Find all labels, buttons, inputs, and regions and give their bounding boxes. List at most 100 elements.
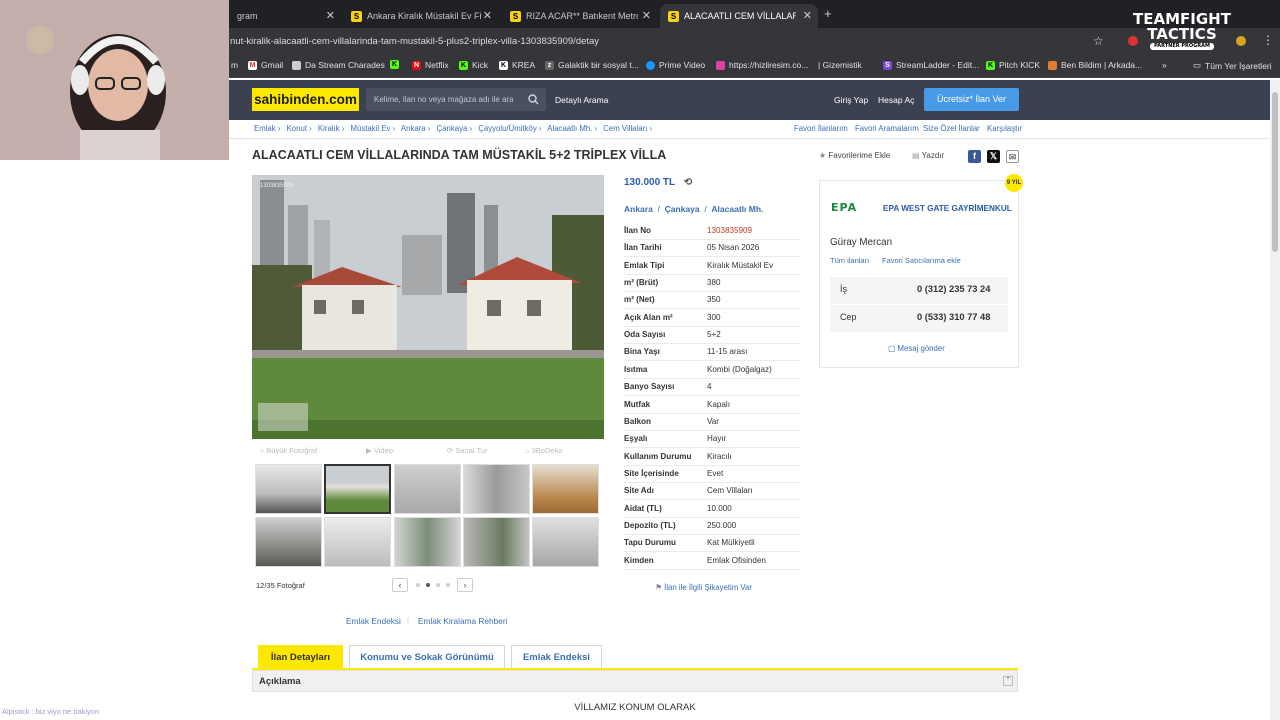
- favorite-searches-link[interactable]: Favori Aramalarım: [855, 124, 919, 133]
- prev-page-button[interactable]: ‹: [392, 578, 408, 592]
- browser-tab[interactable]: gram ✕: [229, 4, 341, 28]
- folder-icon: ▭: [1193, 60, 1202, 70]
- x-share-icon[interactable]: 𝕏: [987, 150, 1000, 163]
- browser-tab[interactable]: S Ankara Kiralık Müstakil Ev Fiyatları ✕: [343, 4, 498, 28]
- rental-guide-link[interactable]: Emlak Kiralama Rehberi: [418, 616, 507, 626]
- bookmark-item[interactable]: | Gizemistik: [818, 60, 862, 70]
- bookmark-item[interactable]: https://hizliresim.co...: [716, 60, 808, 70]
- scrollbar-thumb[interactable]: [1272, 92, 1278, 252]
- bookmark-item[interactable]: z Galaktik bir sosyal t...: [545, 60, 639, 70]
- all-bookmarks-folder[interactable]: ▭ Tüm Yer İşaretleri: [1193, 60, 1272, 71]
- location-district-link[interactable]: Çankaya: [665, 204, 700, 214]
- detail-row: Balkon Var: [624, 414, 800, 431]
- page-dot[interactable]: [436, 583, 440, 587]
- favorite-listings-link[interactable]: Favori İlanlarım: [794, 124, 848, 133]
- bookmark-item[interactable]: Da Stream Charades: [292, 60, 385, 70]
- search-input[interactable]: Kelime, ilan no veya mağaza adı ile ara: [366, 88, 546, 111]
- location-neighborhood-link[interactable]: Alacaatlı Mh.: [711, 204, 763, 214]
- 3d-deco-tab[interactable]: ⌂ 3BoDeko: [525, 446, 562, 455]
- profile-avatar[interactable]: [1236, 36, 1246, 46]
- phone-number[interactable]: 0 (312) 235 73 24: [917, 284, 990, 294]
- email-share-icon[interactable]: ✉: [1006, 150, 1019, 163]
- main-photo[interactable]: 1303835909: [252, 175, 604, 439]
- bookmark-item[interactable]: KK: [390, 60, 403, 69]
- new-tab-button[interactable]: +: [824, 6, 832, 21]
- tab-location-street-view[interactable]: Konumu ve Sokak Görünümü: [349, 645, 505, 669]
- close-tab-icon[interactable]: ✕: [642, 9, 651, 22]
- phone-number[interactable]: 0 (533) 310 77 48: [917, 312, 990, 322]
- bookmark-pitch-kick[interactable]: K Pitch KICK: [986, 60, 1040, 70]
- breadcrumb-item[interactable]: Konut ›: [287, 124, 312, 133]
- bookmark-gmail[interactable]: M Gmail: [248, 60, 283, 70]
- print-button[interactable]: ▤ Yazdır: [912, 151, 944, 160]
- collapse-icon[interactable]: ⌃: [1003, 676, 1013, 686]
- close-tab-icon[interactable]: ✕: [326, 9, 335, 22]
- next-page-button[interactable]: ›: [457, 578, 473, 592]
- close-tab-icon[interactable]: ✕: [803, 9, 812, 22]
- photo-thumbnail[interactable]: [394, 517, 461, 567]
- breadcrumb-item[interactable]: Cem Villaları ›: [603, 124, 652, 133]
- breadcrumb-item[interactable]: Çayyolu/Ümitköy ›: [478, 124, 541, 133]
- browser-tab[interactable]: S RIZA ACAR** Batıkent Metro Ya ✕: [502, 4, 657, 28]
- photo-thumbnail[interactable]: [463, 517, 530, 567]
- tab-listing-details[interactable]: İlan Detayları: [258, 645, 343, 669]
- video-tab[interactable]: ▶ Video: [366, 446, 393, 455]
- photo-thumbnail[interactable]: [324, 517, 391, 567]
- location-city-link[interactable]: Ankara: [624, 204, 653, 214]
- breadcrumb-item[interactable]: Alacaatlı Mh. ›: [547, 124, 597, 133]
- all-listings-link[interactable]: Tüm ilanları: [830, 256, 869, 265]
- add-favorite-seller-link[interactable]: Favori Satıcılarıma ekle: [882, 256, 961, 265]
- photo-thumbnail[interactable]: [532, 464, 599, 514]
- login-link[interactable]: Giriş Yap: [834, 95, 868, 105]
- price-history-icon[interactable]: ⟲: [684, 177, 692, 188]
- virtual-tour-tab[interactable]: ⟳ Sanal Tur: [447, 446, 487, 455]
- agency-name[interactable]: EPA WEST GATE GAYRİMENKUL: [883, 204, 1012, 213]
- browser-tab-active[interactable]: S ALACAATLI CEM VİLLALARINDA ✕: [660, 4, 818, 28]
- listing-title: ALACAATLI CEM VİLLALARINDA TAM MÜSTAKİL …: [252, 148, 667, 162]
- post-ad-button[interactable]: Ücretsiz* İlan Ver: [924, 88, 1019, 111]
- emlak-index-link[interactable]: Emlak Endeksi: [346, 616, 401, 626]
- bookmarks-overflow-button[interactable]: »: [1162, 60, 1167, 70]
- bookmark-item[interactable]: m: [231, 60, 238, 70]
- photo-thumbnail[interactable]: [463, 464, 530, 514]
- breadcrumb-item[interactable]: Emlak ›: [254, 124, 280, 133]
- breadcrumb-item[interactable]: Kiralık ›: [318, 124, 344, 133]
- facebook-share-icon[interactable]: f: [968, 150, 981, 163]
- site-logo[interactable]: sahibinden.com: [252, 88, 359, 111]
- bookmark-item[interactable]: Ben Bildim | Arkada...: [1048, 60, 1142, 70]
- page-dot-active[interactable]: [426, 583, 430, 587]
- photo-thumbnail[interactable]: [394, 464, 461, 514]
- url-field[interactable]: nut-kiralik-alacaatli-cem-villalarinda-t…: [230, 33, 1110, 51]
- bookmark-streamladder[interactable]: S StreamLadder - Edit...: [883, 60, 979, 70]
- bookmark-netflix[interactable]: N Netflix: [412, 60, 449, 70]
- photo-thumbnail[interactable]: [255, 517, 322, 567]
- detailed-search-link[interactable]: Detaylı Arama: [555, 95, 608, 105]
- photo-thumbnail[interactable]: [532, 517, 599, 567]
- teamfight-tactics-partner-logo: TEAMFIGHT TACTICS PARTNER PROGRAM: [1133, 10, 1231, 50]
- breadcrumb-item[interactable]: Çankaya ›: [437, 124, 473, 133]
- search-icon[interactable]: [528, 94, 539, 105]
- large-photo-tab[interactable]: ⌕ Büyük Fotoğraf: [260, 446, 317, 456]
- special-listings-link[interactable]: Size Özel İlanlar: [923, 124, 980, 133]
- bookmark-kick[interactable]: K Kick: [459, 60, 488, 70]
- close-tab-icon[interactable]: ✕: [483, 9, 492, 22]
- bookmark-prime-video[interactable]: Prime Video: [646, 60, 705, 70]
- add-favorite-button[interactable]: ★ Favorilerime Ekle: [819, 151, 890, 160]
- agent-name: Güray Mercan: [830, 237, 893, 248]
- photo-thumbnail-selected[interactable]: [324, 464, 391, 514]
- breadcrumb-item[interactable]: Müstakil Ev ›: [351, 124, 396, 133]
- report-listing-link[interactable]: ⚑ İlan ile İlgili Şikayetim Var: [655, 583, 752, 592]
- compare-link[interactable]: Karşılaştır: [987, 124, 1022, 133]
- register-link[interactable]: Hesap Aç: [878, 95, 914, 105]
- bookmark-krea[interactable]: K KREA: [499, 60, 535, 70]
- page-dot[interactable]: [446, 583, 450, 587]
- agency-logo[interactable]: EPA: [831, 201, 877, 214]
- send-message-button[interactable]: ▢ Mesaj gönder: [888, 344, 945, 353]
- tab-emlak-index[interactable]: Emlak Endeksi: [511, 645, 602, 669]
- photo-thumbnail[interactable]: [255, 464, 322, 514]
- breadcrumb-item[interactable]: Ankara ›: [401, 124, 430, 133]
- menu-kebab-icon[interactable]: ⋮: [1262, 33, 1274, 47]
- detail-row: İlan No 1303835909: [624, 223, 800, 240]
- page-dot[interactable]: [416, 583, 420, 587]
- bookmark-star-icon[interactable]: ☆: [1093, 34, 1104, 48]
